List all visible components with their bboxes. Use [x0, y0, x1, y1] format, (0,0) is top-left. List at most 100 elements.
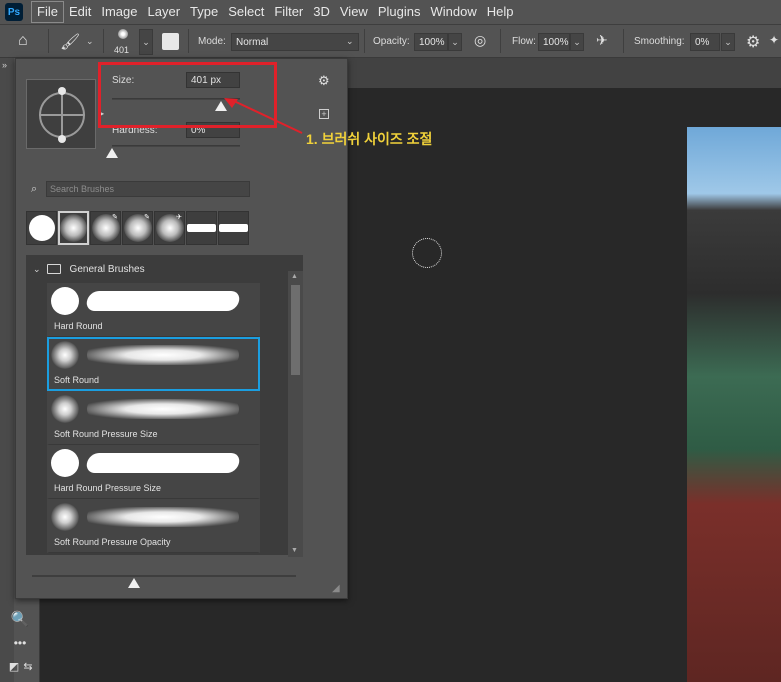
soft-brush-tip	[60, 214, 87, 242]
menu-plugins[interactable]: Plugins	[373, 0, 426, 24]
flow-dropdown-button[interactable]: ⌄	[570, 33, 584, 51]
brush-stroke-preview	[84, 453, 242, 473]
menu-3d[interactable]: 3D	[308, 0, 335, 24]
roundness-handle-bottom[interactable]	[58, 135, 66, 143]
smoothing-dropdown-button[interactable]: ⌄	[721, 33, 735, 51]
brush-group-header[interactable]: ⌄ General Brushes	[26, 255, 303, 283]
preview-size-slider-thumb[interactable]	[128, 578, 140, 588]
menu-bar: Ps File Edit Image Layer Type Select Fil…	[0, 0, 781, 24]
roundness-handle-top[interactable]	[58, 87, 66, 95]
photoshop-logo: Ps	[5, 3, 23, 21]
recent-brush-texture-1[interactable]	[186, 211, 217, 245]
separator	[103, 29, 104, 53]
brush-item[interactable]: Hard Round	[47, 283, 260, 337]
home-icon[interactable]: ⌂	[18, 32, 28, 50]
opacity-dropdown-button[interactable]: ⌄	[448, 33, 462, 51]
annotation-highlight-box	[98, 62, 277, 128]
hardness-slider-track[interactable]	[112, 145, 240, 147]
menu-image[interactable]: Image	[96, 0, 142, 24]
hardness-slider-thumb[interactable]	[106, 148, 118, 158]
brush-stroke-preview	[87, 345, 239, 365]
separator	[188, 29, 189, 53]
scroll-thumb[interactable]	[291, 285, 300, 375]
brush-name: Soft Round	[54, 375, 100, 385]
menu-type[interactable]: Type	[185, 0, 223, 24]
pen-pressure-icon: ✎	[144, 214, 150, 221]
texture-brush-stroke	[219, 224, 248, 232]
brush-name: Soft Round Pressure Opacity	[54, 537, 171, 547]
search-brushes-input[interactable]: Search Brushes	[46, 181, 250, 197]
brush-settings-panel-icon[interactable]	[162, 33, 179, 50]
brush-stroke-preview	[87, 399, 239, 419]
separator	[48, 29, 49, 53]
menu-view[interactable]: View	[335, 0, 373, 24]
brush-name: Soft Round Pressure Size	[54, 429, 158, 439]
flow-label: Flow:	[512, 36, 536, 47]
menu-select[interactable]: Select	[223, 0, 269, 24]
zoom-icon[interactable]: 🔍	[10, 610, 30, 628]
brush-item[interactable]: Soft Round	[47, 337, 260, 391]
recent-brush-texture-2[interactable]	[218, 211, 249, 245]
menu-window[interactable]: Window	[425, 0, 481, 24]
hard-brush-tip	[28, 215, 55, 241]
brush-preset-panel: ▶ Size: 401 px Hardness: 0% ⚙ + ⌕ Search…	[15, 58, 348, 599]
brush-group-title: General Brushes	[69, 263, 145, 275]
flow-field[interactable]: 100%	[538, 33, 570, 51]
recent-brush-hard-round[interactable]	[26, 211, 57, 245]
document-photo[interactable]	[687, 127, 781, 682]
pressure-opacity-icon[interactable]: ◎	[474, 32, 486, 49]
preview-size-slider-track[interactable]	[32, 575, 296, 577]
new-preset-icon[interactable]: +	[319, 109, 329, 119]
menu-edit[interactable]: Edit	[64, 0, 96, 24]
search-icon: ⌕	[31, 183, 38, 195]
airbrush-icon: ✈	[176, 214, 182, 221]
crosshair-vertical	[61, 92, 63, 138]
gear-icon[interactable]: ⚙	[318, 73, 330, 89]
menu-layer[interactable]: Layer	[143, 0, 186, 24]
smoothing-field[interactable]: 0%	[690, 33, 720, 51]
menu-filter[interactable]: Filter	[269, 0, 308, 24]
texture-brush-stroke	[187, 224, 216, 232]
swap-colors-icon[interactable]: ⇆	[18, 660, 38, 673]
brush-item[interactable]: Soft Round Pressure Size	[47, 391, 260, 445]
brush-size-readout: 401	[114, 45, 130, 55]
gear-icon[interactable]: ⚙	[746, 32, 760, 52]
brush-stroke-preview	[87, 507, 239, 527]
brush-preset-picker-button[interactable]: ⌄	[139, 29, 153, 55]
brush-angle-preview[interactable]	[26, 79, 96, 149]
mode-label: Mode:	[198, 36, 226, 47]
brush-name: Hard Round Pressure Size	[54, 483, 162, 493]
brush-tip-preview	[51, 503, 79, 531]
scroll-down-icon[interactable]: ▼	[291, 547, 298, 554]
brush-tool-icon[interactable]: 🖌	[60, 32, 80, 52]
separator	[500, 29, 501, 53]
scroll-up-icon[interactable]: ▲	[291, 273, 298, 280]
symmetry-icon[interactable]: ✦	[769, 33, 779, 47]
airbrush-icon[interactable]: ✈	[596, 32, 608, 49]
more-tools-icon[interactable]: •••	[10, 636, 30, 650]
brush-list[interactable]: Hard Round Soft Round Soft Round Pressure …	[26, 283, 288, 555]
smoothing-label: Smoothing:	[634, 36, 685, 47]
brush-item[interactable]: Soft Round Pressure Opacity	[47, 499, 260, 553]
options-bar: ⌂ 🖌 ⌄ 401 ⌄ Mode: Normal ⌄ Opacity: 100%…	[0, 24, 781, 58]
mode-dropdown[interactable]: Normal	[231, 33, 359, 51]
chevron-down-icon[interactable]: ⌄	[86, 36, 94, 47]
recent-brush-soft-airbrush[interactable]: ✈	[154, 211, 185, 245]
menu-file[interactable]: File	[31, 1, 64, 23]
brush-item[interactable]: Hard Round Pressure Size	[47, 445, 260, 499]
separator	[364, 29, 365, 53]
brush-list-scrollbar[interactable]: ▲ ▼	[288, 271, 303, 557]
chevron-down-icon[interactable]: ⌄	[33, 264, 41, 275]
annotation-label: 1. 브러쉬 사이즈 조절	[306, 131, 433, 147]
tools-panel-strip	[0, 58, 14, 682]
collapse-icon[interactable]: »	[2, 60, 7, 70]
menu-help[interactable]: Help	[482, 0, 519, 24]
pen-pressure-icon: ✎	[112, 214, 118, 221]
recent-brush-soft-round[interactable]	[58, 211, 89, 245]
brush-tip-preview	[51, 287, 79, 315]
resize-grip-icon[interactable]: ◢	[332, 583, 340, 594]
brush-preset-thumb[interactable]	[118, 29, 128, 39]
recent-brush-soft-pressure-2[interactable]: ✎	[122, 211, 153, 245]
opacity-field[interactable]: 100%	[414, 33, 448, 51]
recent-brush-soft-pressure[interactable]: ✎	[90, 211, 121, 245]
